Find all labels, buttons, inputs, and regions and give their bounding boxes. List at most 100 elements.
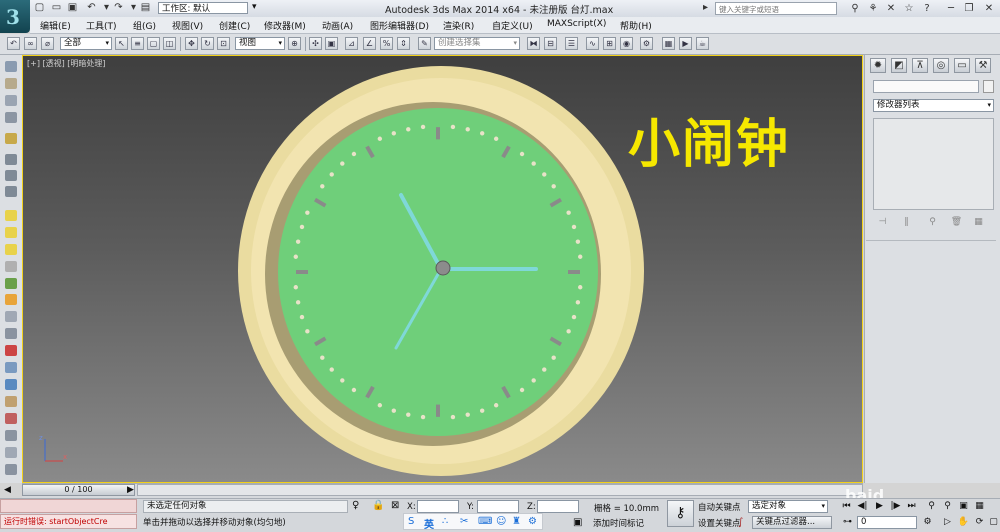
layer-explorer-icon[interactable]: ☰ <box>565 37 578 50</box>
menu-create[interactable]: 创建(C) <box>219 19 250 32</box>
ime-user-icon[interactable]: ☺ <box>496 516 506 527</box>
selection-filter-dropdown[interactable]: 全部 ▾ <box>60 37 112 50</box>
create-light-icon[interactable] <box>5 133 17 144</box>
ring-icon[interactable] <box>5 430 17 441</box>
open-file-icon[interactable]: ▭ <box>50 2 63 14</box>
particle-icon[interactable] <box>5 345 17 356</box>
ime-tools-icon[interactable]: ✂ <box>460 516 468 527</box>
ime-toolbar[interactable]: S 英 ∴ ✂ ⌨ ☺ ♜ ⚙ <box>403 513 543 531</box>
shape-icon[interactable] <box>5 362 17 373</box>
create-spacewarp-icon[interactable] <box>5 186 17 197</box>
close-icon[interactable]: ✕ <box>982 2 996 15</box>
zoom-extents-icon[interactable]: ▣ <box>957 500 970 513</box>
door-icon[interactable] <box>5 396 17 407</box>
compound-icon[interactable] <box>5 379 17 390</box>
select-object-icon[interactable]: ↖ <box>115 37 128 50</box>
create-panel-icon[interactable] <box>5 95 17 106</box>
new-file-icon[interactable]: ▢ <box>33 2 46 14</box>
modifier-list-dropdown[interactable]: 修改器列表 ▾ <box>873 99 994 112</box>
pan-icon[interactable]: ✋ <box>957 516 970 529</box>
absolute-mode-icon[interactable]: ⊠ <box>391 500 399 511</box>
object-color-icon[interactable] <box>5 210 17 221</box>
sun-icon[interactable] <box>5 294 17 305</box>
torus-icon[interactable] <box>5 261 17 272</box>
ime-language[interactable]: 英 <box>424 516 434 531</box>
utilities-tab-icon[interactable]: ⚒ <box>975 58 991 73</box>
menu-rendering[interactable]: 渲染(R) <box>443 19 474 32</box>
named-selection-dropdown[interactable]: 创建选择集 ▾ <box>434 37 520 50</box>
undo-icon[interactable]: ↶ <box>85 2 98 14</box>
capsule-icon[interactable] <box>5 447 17 458</box>
ime-keyboard-icon[interactable]: ⌨ <box>478 516 492 527</box>
move-icon[interactable]: ✥ <box>185 37 198 50</box>
menu-edit[interactable]: 编辑(E) <box>40 19 71 32</box>
selection-lock-icon[interactable]: 🔒 <box>372 500 384 511</box>
track-bar[interactable] <box>137 484 863 496</box>
render-production-icon[interactable]: ▶ <box>679 37 692 50</box>
hierarchy-tab-icon[interactable]: ⊼ <box>912 58 928 73</box>
star-icon[interactable]: ☆ <box>902 2 916 15</box>
select-by-name-icon[interactable]: ≡ <box>131 37 144 50</box>
extras-icon[interactable] <box>5 464 17 475</box>
time-slider[interactable]: 0 / 100 <box>22 484 135 496</box>
auto-key-button[interactable]: 自动关键点 <box>698 501 741 513</box>
help-icon[interactable]: ? <box>920 2 934 15</box>
zoom-icon[interactable]: ⚲ <box>925 500 938 513</box>
menu-maxscript[interactable]: MAXScript(X) <box>547 19 606 29</box>
go-to-start-icon[interactable]: ⏮ <box>840 500 853 513</box>
window-crossing-icon[interactable]: ◫ <box>163 37 176 50</box>
restore-icon[interactable]: ❐ <box>962 2 976 15</box>
link-icon[interactable]: ∞ <box>24 37 37 50</box>
material-editor-icon[interactable]: ◉ <box>620 37 633 50</box>
angle-snap-icon[interactable]: ∠ <box>363 37 376 50</box>
display-tab-icon[interactable]: ▭ <box>954 58 970 73</box>
edit-named-selection-icon[interactable]: ✎ <box>418 37 431 50</box>
modifier-stack[interactable] <box>873 118 994 210</box>
create-plane-icon[interactable] <box>5 112 17 123</box>
cone-icon[interactable] <box>5 244 17 255</box>
menu-modifiers[interactable]: 修改器(M) <box>264 19 306 32</box>
search-input[interactable]: 键入关键字或短语 <box>715 2 837 15</box>
set-key-icon[interactable]: ⚷ <box>667 500 694 527</box>
isolate-icon[interactable]: ♀ <box>352 500 359 511</box>
unlink-icon[interactable]: ⌀ <box>41 37 54 50</box>
time-tag-icon[interactable]: ▣ <box>573 517 582 528</box>
menu-views[interactable]: 视图(V) <box>172 19 203 32</box>
rect-selection-icon[interactable]: ▢ <box>147 37 160 50</box>
remove-modifier-icon[interactable]: 🗑 <box>950 216 963 228</box>
create-sphere-icon[interactable] <box>5 61 17 72</box>
align-icon[interactable]: ⊟ <box>544 37 557 50</box>
rotate-icon[interactable]: ↻ <box>201 37 214 50</box>
ime-logo-icon[interactable]: S <box>408 516 414 527</box>
ime-skin-icon[interactable]: ♜ <box>512 516 521 527</box>
project-folder-icon[interactable]: ▤ <box>139 2 152 14</box>
menu-customize[interactable]: 自定义(U) <box>492 19 533 32</box>
snap-toggle-icon[interactable]: ⊿ <box>345 37 358 50</box>
menu-group[interactable]: 组(G) <box>133 19 156 32</box>
orbit-icon[interactable]: ⟳ <box>973 516 986 529</box>
binoculars-icon[interactable]: ⚲ <box>848 2 862 15</box>
spinner-snap-icon[interactable]: ⇕ <box>397 37 410 50</box>
configure-sets-icon[interactable]: ▦ <box>972 216 985 228</box>
current-frame-field[interactable]: 0 <box>857 516 917 529</box>
workspace-expand-icon[interactable]: ▾ <box>252 2 257 12</box>
play-icon[interactable]: ▶ <box>873 500 886 513</box>
maximize-viewport-icon[interactable]: ▢ <box>987 516 1000 529</box>
workspace-dropdown[interactable]: 工作区: 默认 <box>158 2 248 14</box>
object-name-field[interactable] <box>873 80 979 93</box>
redo-icon[interactable]: ↷ <box>112 2 125 14</box>
create-box-icon[interactable] <box>5 78 17 89</box>
go-to-end-icon[interactable]: ⏭ <box>905 500 918 513</box>
add-time-tag[interactable]: 添加时间标记 <box>593 517 644 529</box>
maxscript-listener-top[interactable] <box>0 499 137 513</box>
scale-icon[interactable]: ⊡ <box>217 37 230 50</box>
schematic-view-icon[interactable]: ⊞ <box>603 37 616 50</box>
zoom-all-icon[interactable]: ⚲ <box>941 500 954 513</box>
key-selection-dropdown[interactable]: 选定对象 ▾ <box>748 500 828 513</box>
render-setup-icon[interactable]: ⚙ <box>640 37 653 50</box>
menu-help[interactable]: 帮助(H) <box>620 19 652 32</box>
tube-icon[interactable] <box>5 328 17 339</box>
keyboard-shortcut-icon[interactable]: ▣ <box>325 37 338 50</box>
undo-toolbar-icon[interactable]: ↶ <box>7 37 20 50</box>
set-key-button[interactable]: 设置关键点 <box>698 517 741 529</box>
